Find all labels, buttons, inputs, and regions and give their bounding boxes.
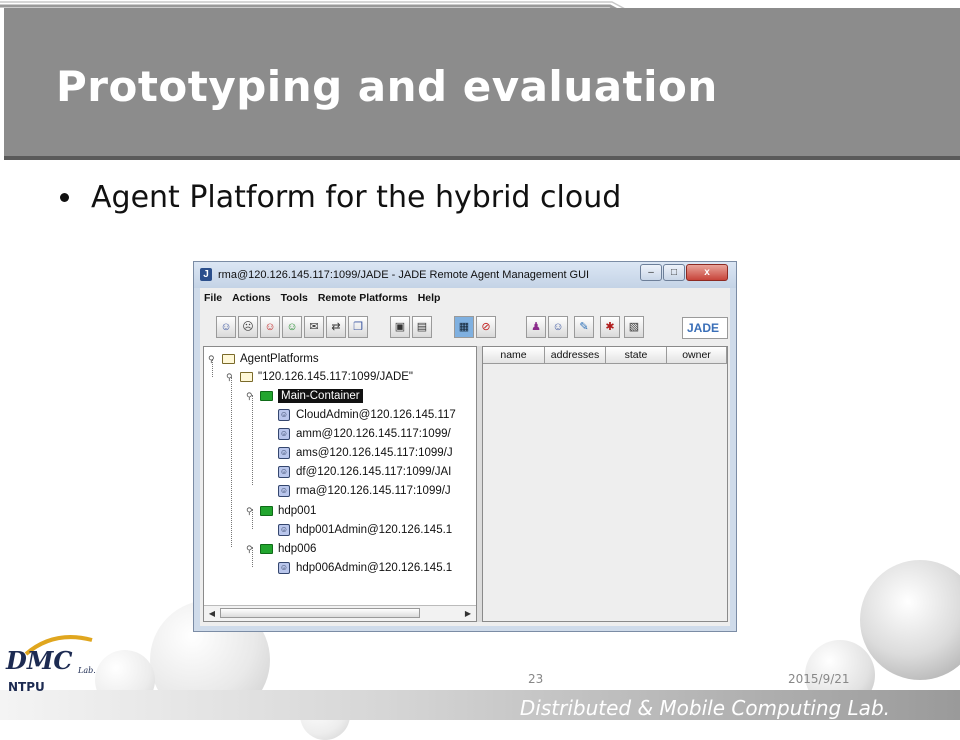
agent-icon: ☺: [278, 524, 290, 536]
expand-toggle-icon[interactable]: ⚲: [246, 391, 256, 402]
maximize-button[interactable]: □: [663, 264, 685, 281]
tree-root-label: AgentPlatforms: [240, 353, 319, 365]
menu-tools[interactable]: Tools: [281, 292, 308, 304]
window-title: rma@120.126.145.117:1099/JADE - JADE Rem…: [218, 269, 590, 281]
slide-date: 2015/9/21: [788, 672, 850, 686]
tree-agent[interactable]: ☺ hdp006Admin@120.126.145.1: [278, 559, 452, 577]
logo-ntpu-text: NTPU: [8, 680, 45, 694]
window-body: File Actions Tools Remote Platforms Help…: [200, 288, 730, 626]
minimize-button[interactable]: –: [640, 264, 662, 281]
close-button[interactable]: x: [686, 264, 728, 281]
tree-agent[interactable]: ☺ ams@120.126.145.117:1099/J: [278, 444, 453, 462]
expand-toggle-icon[interactable]: ⚲: [208, 354, 218, 365]
log-manager-icon[interactable]: ▧: [624, 316, 644, 338]
migrate-agent-icon[interactable]: ⇄: [326, 316, 346, 338]
bullet-item: Agent Platform for the hybrid cloud: [60, 180, 621, 215]
folder-icon: [222, 354, 235, 364]
kill-agent-icon[interactable]: ☹: [238, 316, 258, 338]
bullet-text: Agent Platform for the hybrid cloud: [91, 180, 622, 215]
expand-toggle-icon[interactable]: ⚲: [246, 506, 256, 517]
menu-bar: File Actions Tools Remote Platforms Help: [200, 288, 734, 308]
tree-platform-label: "120.126.145.117:1099/JADE": [258, 371, 414, 383]
tree-agent[interactable]: ☺ df@120.126.145.117:1099/JAI: [278, 463, 451, 481]
dummy-agent-icon[interactable]: ♟: [526, 316, 546, 338]
introspector-icon[interactable]: ✱: [600, 316, 620, 338]
expand-toggle-icon[interactable]: ⚲: [226, 372, 236, 383]
sniffer-icon[interactable]: ✎: [574, 316, 594, 338]
tree-agent-label: df@120.126.145.117:1099/JAI: [296, 466, 452, 478]
df-gui-icon[interactable]: ☺: [548, 316, 568, 338]
tree-platform[interactable]: ⚲ "120.126.145.117:1099/JADE": [226, 368, 413, 386]
agent-icon: ☺: [278, 466, 290, 478]
resume-agent-icon[interactable]: ☺: [282, 316, 302, 338]
column-header-addresses[interactable]: addresses: [545, 347, 606, 364]
agent-icon: ☺: [278, 485, 290, 497]
menu-file[interactable]: File: [204, 292, 222, 304]
column-header-state[interactable]: state: [606, 347, 667, 364]
window-titlebar[interactable]: J rma@120.126.145.117:1099/JADE - JADE R…: [194, 262, 736, 288]
tree-agent-label: hdp001Admin@120.126.145.1: [296, 524, 453, 536]
scroll-right-icon[interactable]: ▶: [462, 608, 474, 619]
logo-dmc-text: DMC: [6, 646, 73, 675]
container-folder-icon: [260, 391, 273, 401]
menu-remote-platforms[interactable]: Remote Platforms: [318, 292, 408, 304]
tree-agent[interactable]: ☺ rma@120.126.145.117:1099/J: [278, 482, 451, 500]
scroll-left-icon[interactable]: ◀: [206, 608, 218, 619]
agent-icon: ☺: [278, 447, 290, 459]
agent-table-pane: name addresses state owner: [482, 346, 728, 622]
jade-app-icon: J: [200, 268, 212, 281]
tree-agent[interactable]: ☺ amm@120.126.145.117:1099/: [278, 425, 451, 443]
show-gui-icon[interactable]: ▦: [454, 316, 474, 338]
table-header: name addresses state owner: [483, 347, 727, 364]
save-agent-icon[interactable]: ▣: [390, 316, 410, 338]
scrollbar-thumb[interactable]: [220, 608, 420, 618]
jade-logo: JADE: [682, 317, 728, 339]
logo-lab-text: Lab.: [78, 666, 96, 675]
container-folder-icon: [260, 544, 273, 554]
tree-container-hdp001[interactable]: ⚲ hdp001: [246, 502, 316, 520]
page-number: 23: [528, 672, 544, 686]
agent-icon: ☺: [278, 409, 290, 421]
tree-container-label: Main-Container: [278, 389, 363, 403]
tree-agent-label: hdp006Admin@120.126.145.1: [296, 562, 453, 574]
folder-icon: [240, 372, 253, 382]
expand-toggle-icon[interactable]: ⚲: [246, 544, 256, 555]
tree-agent-label: amm@120.126.145.117:1099/: [296, 428, 451, 440]
send-message-icon[interactable]: ✉: [304, 316, 324, 338]
tree-root[interactable]: ⚲ AgentPlatforms: [208, 350, 319, 368]
menu-actions[interactable]: Actions: [232, 292, 271, 304]
toolbar: ☺ ☹ ☺ ☺ ✉ ⇄ ❐ ▣ ▤ ▦ ⊘ ♟ ☺ ✎ ✱ ▧ JADE: [200, 310, 730, 344]
dmc-lab-logo: DMC Lab. NTPU: [4, 632, 96, 698]
freeze-agent-icon[interactable]: ▤: [412, 316, 432, 338]
tree-agent-label: CloudAdmin@120.126.145.117: [296, 409, 456, 421]
clone-agent-icon[interactable]: ❐: [348, 316, 368, 338]
agent-icon: ☺: [278, 562, 290, 574]
menu-help[interactable]: Help: [418, 292, 441, 304]
container-folder-icon: [260, 506, 273, 516]
column-header-name[interactable]: name: [483, 347, 545, 364]
tree-container-label: hdp001: [278, 505, 317, 517]
new-agent-icon[interactable]: ☺: [216, 316, 236, 338]
tree-container-hdp006[interactable]: ⚲ hdp006: [246, 540, 316, 558]
agent-tree-pane[interactable]: ⚲ AgentPlatforms ⚲ "120.126.145.117:1099…: [203, 346, 477, 622]
decor-bubble: [860, 560, 960, 680]
jade-rma-window: J rma@120.126.145.117:1099/JADE - JADE R…: [193, 261, 737, 632]
footer-lab-name: Distributed & Mobile Computing Lab.: [519, 696, 890, 720]
close-rma-icon[interactable]: ⊘: [476, 316, 496, 338]
tree-agent-label: rma@120.126.145.117:1099/J: [296, 485, 451, 497]
bullet-dot: [60, 193, 69, 202]
suspend-agent-icon[interactable]: ☺: [260, 316, 280, 338]
slide-title: Prototyping and evaluation: [56, 62, 718, 111]
tree-agent[interactable]: ☺ hdp001Admin@120.126.145.1: [278, 521, 452, 539]
horizontal-scrollbar[interactable]: ◀ ▶: [204, 605, 476, 621]
tree-container-label: hdp006: [278, 543, 317, 555]
column-header-owner[interactable]: owner: [667, 347, 727, 364]
agent-icon: ☺: [278, 428, 290, 440]
tree-agent[interactable]: ☺ CloudAdmin@120.126.145.117: [278, 406, 456, 424]
tree-container-main[interactable]: ⚲ Main-Container: [246, 387, 363, 405]
tree-agent-label: ams@120.126.145.117:1099/J: [296, 447, 453, 459]
